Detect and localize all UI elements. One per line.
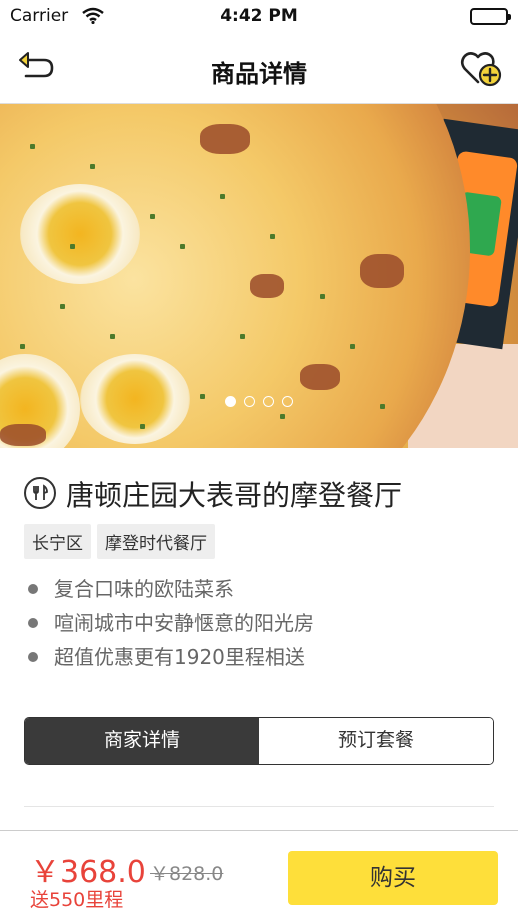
- herb-topping: [350, 344, 355, 349]
- page-dot[interactable]: [282, 396, 293, 407]
- meat-topping: [200, 124, 250, 154]
- egg-topping: [20, 184, 140, 284]
- district-tag[interactable]: 长宁区: [24, 524, 91, 559]
- herb-topping: [90, 164, 95, 169]
- tab-shop-details[interactable]: 商家详情: [25, 718, 259, 764]
- tab-booking-package[interactable]: 预订套餐: [259, 718, 493, 764]
- herb-topping: [70, 244, 75, 249]
- clock: 4:42 PM: [220, 6, 298, 26]
- herb-topping: [220, 194, 225, 199]
- divider: [24, 806, 494, 807]
- page-dot[interactable]: [244, 396, 255, 407]
- meat-topping: [0, 424, 46, 446]
- category-tag[interactable]: 摩登时代餐厅: [97, 524, 215, 559]
- original-price: ￥828.0: [150, 863, 224, 885]
- herb-topping: [60, 304, 65, 309]
- restaurant-icon: [24, 477, 56, 509]
- heart-add-icon: [460, 52, 502, 87]
- herb-topping: [30, 144, 35, 149]
- herb-topping: [140, 424, 145, 429]
- herb-topping: [180, 244, 185, 249]
- herb-topping: [150, 214, 155, 219]
- page-title: 商品详情: [211, 60, 307, 88]
- herb-topping: [280, 414, 285, 419]
- feature-item: 超值优惠更有1920里程相送: [26, 642, 314, 676]
- page-dot[interactable]: [263, 396, 274, 407]
- meat-topping: [360, 254, 404, 288]
- herb-topping: [320, 294, 325, 299]
- feature-item: 复合口味的欧陆菜系: [26, 574, 314, 608]
- purchase-bar: ￥368.0 ￥828.0 送550里程 购买: [0, 830, 518, 920]
- shop-title: 唐顿庄园大表哥的摩登餐厅: [66, 479, 403, 512]
- herb-topping: [20, 344, 25, 349]
- buy-button[interactable]: 购买: [288, 851, 498, 905]
- detail-tabs: 商家详情 预订套餐: [24, 717, 494, 765]
- favorite-button[interactable]: [460, 48, 502, 88]
- herb-topping: [110, 334, 115, 339]
- meat-topping: [250, 274, 284, 298]
- feature-list: 复合口味的欧陆菜系 喧闹城市中安静惬意的阳光房 超值优惠更有1920里程相送: [26, 574, 314, 676]
- herb-topping: [270, 234, 275, 239]
- herb-topping: [240, 334, 245, 339]
- tag-list: 长宁区 摩登时代餐厅: [24, 524, 221, 559]
- page-dot[interactable]: [225, 396, 236, 407]
- status-bar: Carrier 4:42 PM: [0, 0, 518, 34]
- battery-icon: [470, 8, 511, 25]
- feature-item: 喧闹城市中安静惬意的阳光房: [26, 608, 314, 642]
- carousel-page-indicator[interactable]: [0, 396, 518, 407]
- meat-topping: [300, 364, 340, 390]
- miles-bonus: 送550里程: [30, 889, 124, 911]
- navigation-bar: 商品详情: [0, 34, 518, 104]
